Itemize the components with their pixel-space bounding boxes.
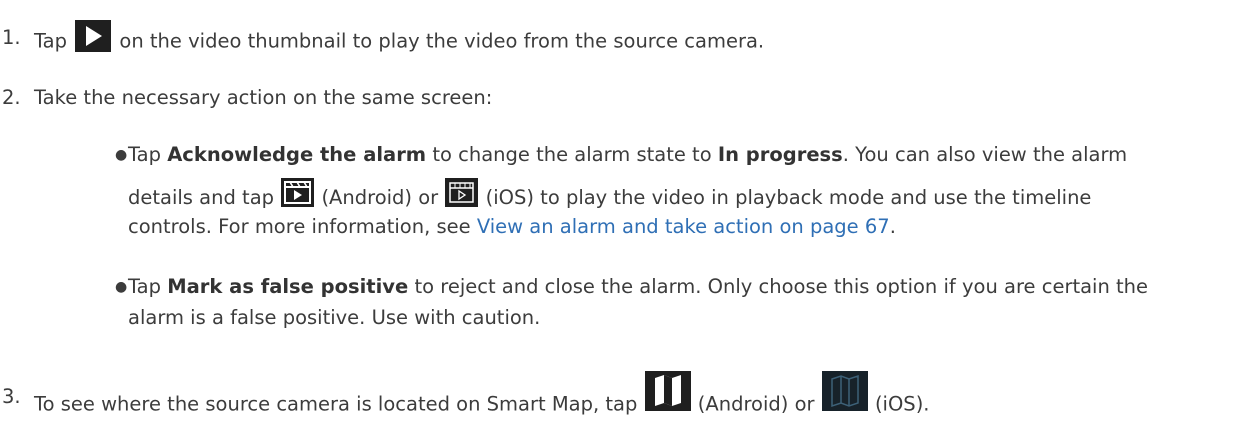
bullet-text: (iOS) to play the video in playback mode… xyxy=(485,186,1092,209)
bullet-text: to reject and close the alarm. Only choo… xyxy=(414,275,1149,298)
step-text: (Android) or xyxy=(697,392,815,416)
step-text: (iOS). xyxy=(874,392,930,416)
bullet-text: details and tap xyxy=(128,186,275,209)
step-text: on the video thumbnail to play the video… xyxy=(119,29,765,53)
step-text: To see where the source camera is locate… xyxy=(34,392,638,416)
step-number: 2. xyxy=(2,86,21,109)
step-text: Take the necessary action on the same sc… xyxy=(34,86,493,109)
bullet-text: Tap xyxy=(128,275,162,298)
bullet-text: Tap xyxy=(128,143,162,166)
view-alarm-link[interactable]: View an alarm and take action on page 67 xyxy=(477,215,890,238)
bullet-text: . You can also view the alarm xyxy=(842,143,1128,166)
playback-ios-icon xyxy=(445,178,479,207)
bullet-text: (Android) or xyxy=(321,186,439,209)
playback-android-icon xyxy=(281,178,315,207)
play-icon xyxy=(75,20,112,52)
map-android-icon xyxy=(644,371,691,411)
bullet-text: controls. For more information, see xyxy=(128,215,471,238)
bullet-dot: ● xyxy=(115,147,128,163)
bullet-text: alarm is a false positive. Use with caut… xyxy=(128,306,541,329)
step-number: 1. xyxy=(2,26,21,49)
bullet-text: to change the alarm state to xyxy=(432,143,712,166)
step-number: 3. xyxy=(2,385,21,408)
false-positive-label: Mark as false positive xyxy=(167,275,409,298)
bullet-text: . xyxy=(889,215,896,238)
in-progress-label: In progress xyxy=(717,143,843,166)
map-ios-icon xyxy=(821,371,868,411)
acknowledge-label: Acknowledge the alarm xyxy=(167,143,427,166)
step-text: Tap xyxy=(34,29,68,53)
bullet-dot: ● xyxy=(115,279,128,295)
